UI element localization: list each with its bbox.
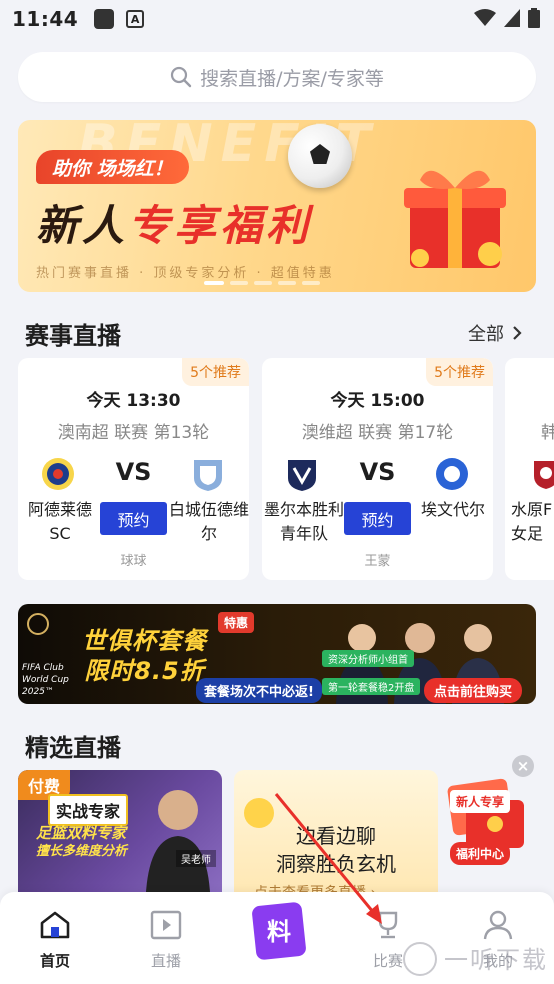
home-team: 阿德莱德SC	[27, 500, 92, 543]
promo-tag: 特惠	[218, 612, 255, 633]
welfare-center-label: 福利中心	[450, 842, 511, 865]
tab-label: 直播	[150, 952, 181, 970]
search-bar[interactable]: 搜索直播/方案/专家等	[18, 52, 536, 102]
banner-tag: 助你 场场红！	[36, 150, 189, 184]
promo-buy-button[interactable]: 点击前往购买	[423, 678, 522, 703]
team-logo-icon	[534, 461, 554, 489]
see-all-label: 全部	[468, 324, 504, 345]
events-section-title: 赛事直播	[25, 322, 121, 350]
team-logo-icon	[436, 458, 468, 490]
play-icon	[150, 910, 182, 940]
home-icon	[40, 911, 70, 939]
teacher-portrait-icon	[146, 790, 210, 892]
book-button[interactable]: 预约	[344, 502, 411, 535]
status-right	[474, 8, 540, 28]
pagination-dot	[204, 281, 224, 285]
promo-refund: 套餐场次不中必返!	[196, 678, 322, 703]
promo-expert-tag-2: 第一轮套餐稳2开盘	[322, 678, 421, 695]
promo-banner[interactable]: BENEFIT 助你 场场红！ 新人专享福利 热门赛事直播 · 顶级专家分析 ·…	[18, 120, 536, 292]
pagination-dot	[254, 281, 272, 285]
battery-icon	[528, 8, 540, 28]
welfare-center-float[interactable]: 新人专享 福利中心	[436, 772, 536, 868]
promo-club: FIFA Club World Cup 2025™	[22, 663, 69, 697]
live-card-subline: 擅长多维度分析	[36, 844, 128, 859]
match-card-partial[interactable]: 韩 水原F女足	[505, 358, 554, 580]
watermark: 一听下载	[400, 940, 548, 975]
live-card[interactable]: 付费 实战专家 足篮双料专家 擅长多维度分析 吴老师	[18, 770, 222, 892]
see-all-link[interactable]: 全部	[468, 320, 522, 346]
teacher-name: 吴老师	[176, 850, 216, 867]
gift-box-icon	[404, 170, 506, 268]
promo-expert-tag: 资深分析师小组首	[322, 650, 414, 667]
tab-home[interactable]: 首页	[15, 910, 95, 971]
match-anchor: 球球	[120, 554, 147, 569]
welfare-top-label: 新人专享	[450, 790, 511, 813]
away-team: 白城伍德维尔	[169, 500, 249, 543]
status-time: 11:44	[12, 7, 79, 31]
chevron-right-icon	[513, 326, 522, 340]
promo-title: 世俱杯套餐 限时8.5折	[82, 626, 207, 686]
status-bar: 11:44 A	[0, 0, 554, 38]
tab-label: 首页	[39, 952, 70, 970]
match-card[interactable]: 5个推荐 今天 13:30 澳南超 联赛 第13轮 VS 阿德莱德SC 预约 白…	[18, 358, 249, 580]
search-placeholder: 搜索直播/方案/专家等	[200, 67, 384, 90]
annotation-arrow-icon	[274, 793, 382, 924]
app-notification-icon: A	[126, 10, 145, 28]
soccer-ball-icon	[288, 124, 352, 188]
banner-title-part1: 新人	[36, 201, 129, 250]
match-league: 澳维超 联赛 第17轮	[301, 423, 454, 443]
promo-title-line2: 限时8.5折	[84, 657, 205, 685]
home-team: 墨尔本胜利青年队	[264, 500, 345, 543]
featured-section-title: 精选直播	[25, 734, 121, 762]
match-league: 澳南超 联赛 第13轮	[57, 423, 210, 443]
signal-icon	[504, 9, 520, 27]
pagination-dot	[230, 281, 248, 285]
banner-title-part2: 专享福利	[128, 201, 313, 250]
user-icon	[483, 910, 513, 940]
match-league: 韩	[541, 423, 554, 443]
close-icon[interactable]: ×	[512, 755, 534, 777]
club-world-cup-logo-icon	[27, 613, 49, 635]
match-time: 今天 15:00	[330, 391, 425, 411]
match-anchor: 王蒙	[364, 554, 391, 569]
banner-subtitle: 热门赛事直播 · 顶级专家分析 · 超值特惠	[36, 266, 335, 281]
promo-title-line1: 世俱杯套餐	[82, 627, 207, 655]
banner-title: 新人专享福利	[36, 192, 312, 253]
banner-pagination	[204, 281, 320, 285]
team-logo-icon	[194, 460, 222, 491]
wifi-icon	[474, 9, 496, 26]
match-time: 今天 13:30	[86, 391, 181, 411]
notification-icon	[94, 9, 115, 29]
tab-live[interactable]: 直播	[126, 910, 206, 971]
search-icon	[170, 66, 192, 88]
pagination-dot	[302, 281, 320, 285]
world-cup-promo-banner[interactable]: 世俱杯套餐 限时8.5折 特惠 FIFA Club World Cup 2025…	[18, 604, 536, 704]
recommend-badge: 5个推荐	[182, 358, 249, 386]
away-team: 埃文代尔	[420, 500, 485, 519]
watermark-text: 一听下载	[444, 946, 548, 974]
book-button[interactable]: 预约	[100, 502, 167, 535]
recommend-badge: 5个推荐	[426, 358, 493, 386]
match-card[interactable]: 5个推荐 今天 15:00 澳维超 联赛 第17轮 VS 墨尔本胜利青年队 预约…	[262, 358, 493, 580]
home-team: 水原F女足	[511, 500, 553, 543]
pagination-dot	[278, 281, 296, 285]
